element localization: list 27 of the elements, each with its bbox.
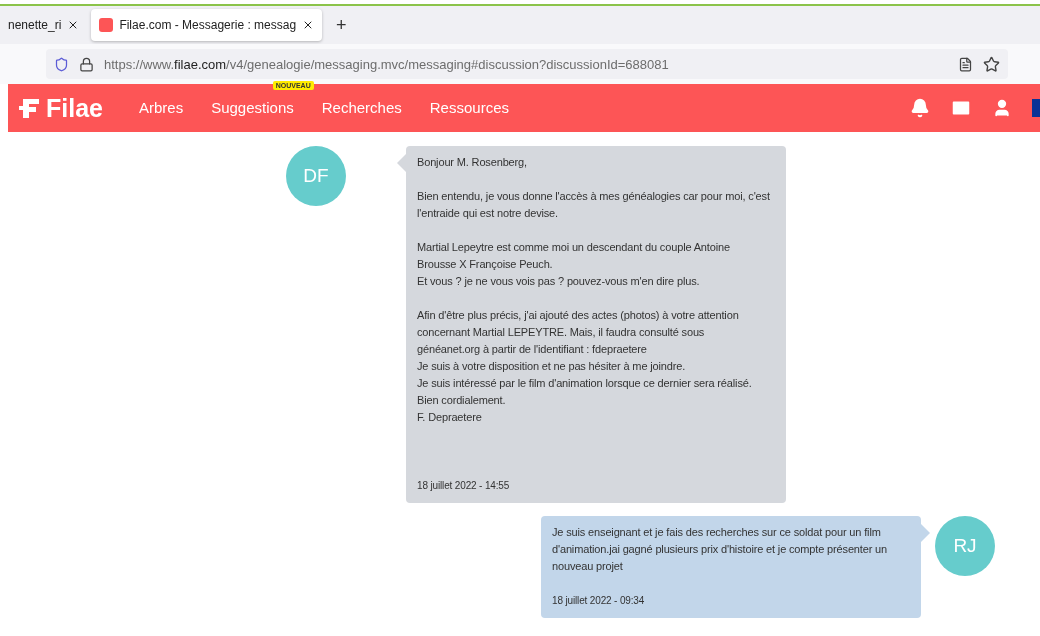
star-icon[interactable] — [983, 55, 1000, 73]
new-tab-button[interactable]: + — [326, 14, 357, 36]
shield-icon — [54, 56, 69, 72]
logo-text: Filae — [46, 93, 103, 123]
message-paragraph: Bien entendu, je vous donne l'accès à mes généalogies car pour moi, c'est l'entraide qui est notre devise. — [417, 189, 771, 221]
logo[interactable]: Filae — [18, 93, 103, 123]
logo-icon — [18, 96, 42, 120]
browser-tab[interactable]: nenette_ri — [0, 9, 88, 41]
browser-tab[interactable]: Filae.com - Messagerie : messag — [91, 9, 323, 41]
message-date: 18 juillet 2022 - 14:55 — [417, 479, 511, 493]
message-paragraph: Afin d'être plus précis, j'ai ajouté des actes (photos) à votre attention concernant Martial LEPEYTRE. Mais, il faudra consulté sous généanet.org à partir de l'identifiant : fdepraetere Je suis à votre disposition et ne pas hésiter à me joindre. Je suis intéressé par le film d'animation lorsque ce dernier sera réalisé. Bien cordialement. F. Depraetere — [417, 308, 753, 425]
avatar: RJ — [935, 516, 995, 576]
nav-link[interactable]: Suggestions — [211, 99, 294, 116]
site-icon — [99, 18, 114, 32]
user-icon[interactable] — [992, 98, 1012, 118]
address-bar[interactable]: https://www.filae.com/v4/genealogie/messaging.mvc/messaging#discussion?discussionId=688081 — [46, 49, 1008, 79]
message-date: 18 juillet 2022 - 09:34 — [552, 594, 646, 608]
reader-icon[interactable] — [958, 56, 973, 72]
avatar: DF — [286, 146, 346, 206]
message-paragraph: Je suis enseignant et je fais des recherches sur ce soldat pour un film d'animation.jai gagné plusieurs prix d'histoire et je compte présenter un nouveau projet — [552, 525, 889, 574]
lock-icon — [79, 56, 94, 72]
message-paragraph: Martial Lepeytre est comme moi un descendant du couple Antoine Brousse X Françoise Peuch. Et vous ? je ne vous vois pas ? pouvez-vous m'en dire plus. — [417, 240, 731, 289]
message-paragraph: Bonjour M. Rosenberg, — [417, 155, 528, 170]
bell-icon[interactable] — [910, 98, 930, 118]
nav-link[interactable]: Recherches — [321, 99, 402, 116]
nav-link[interactable]: Arbres — [139, 99, 184, 116]
nav-link[interactable]: Ressources — [429, 99, 509, 116]
